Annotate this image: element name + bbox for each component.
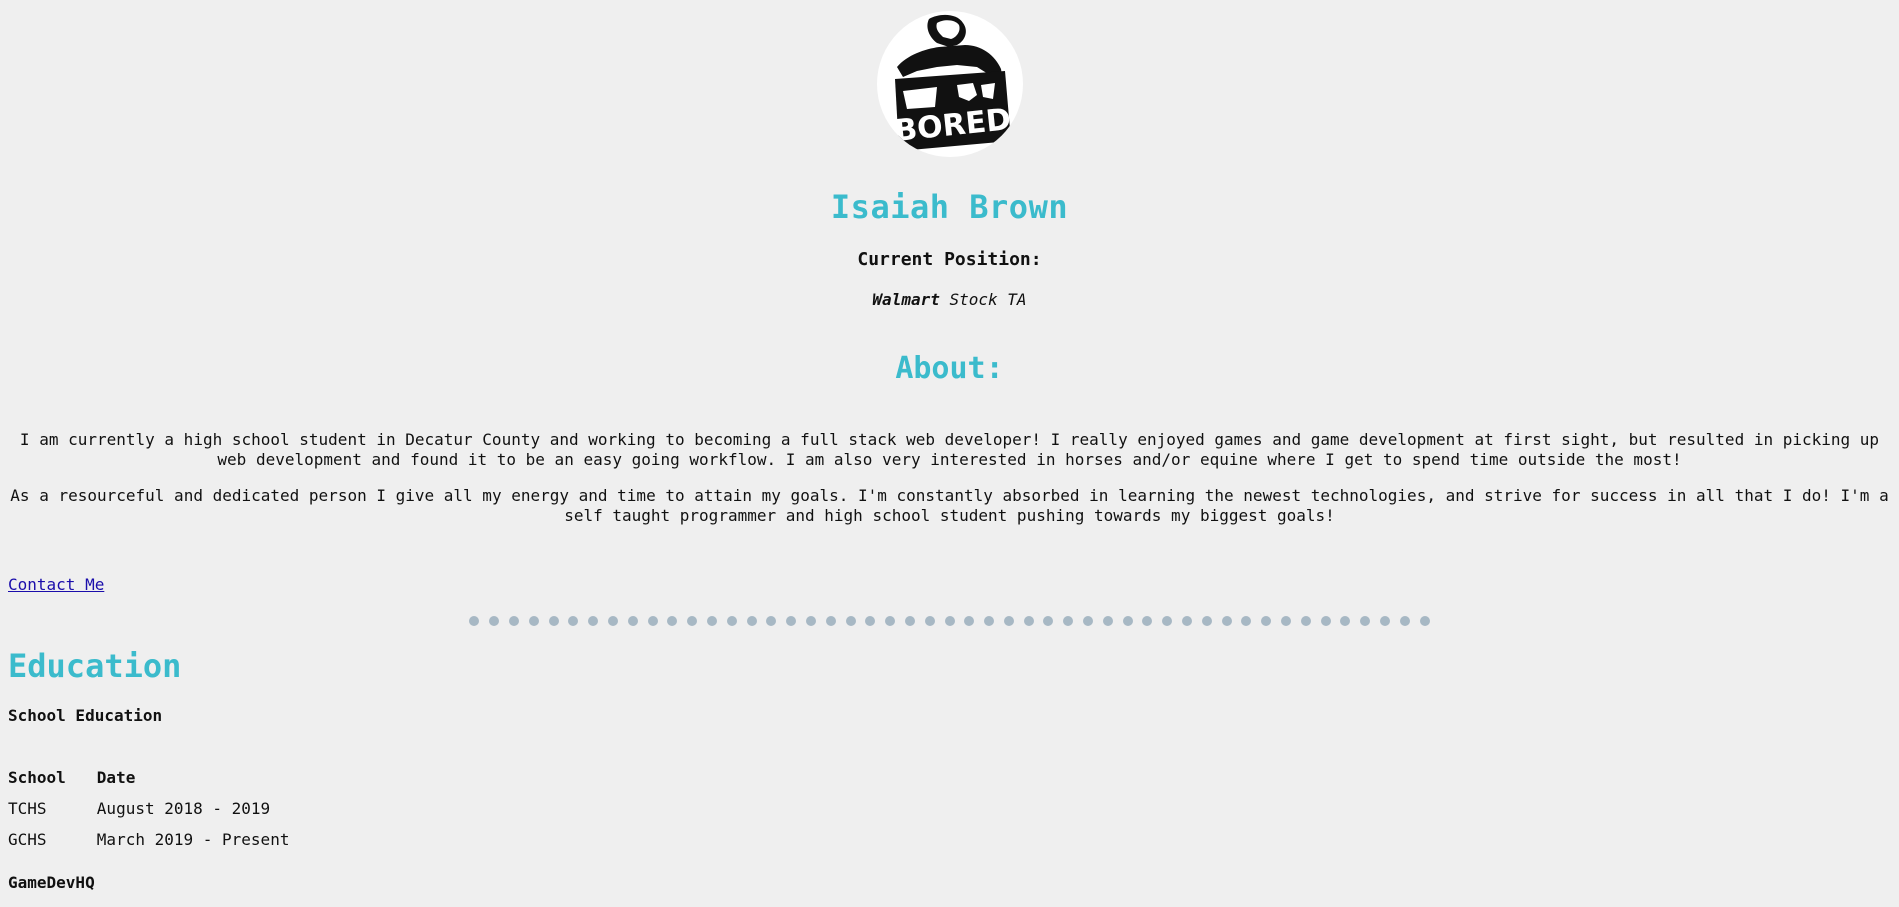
divider-dot <box>766 616 777 626</box>
divider-dot <box>469 616 480 626</box>
position-line: Walmart Stock TA <box>8 290 1891 310</box>
about-heading: About: <box>895 351 1004 386</box>
divider-dot <box>1083 616 1094 626</box>
divider-dot <box>944 616 955 626</box>
avatar-container: BORED <box>8 0 1891 161</box>
divider-dot <box>1261 616 1272 626</box>
education-table: School Date TCHS August 2018 - 2019 GCHS… <box>0 756 320 861</box>
divider-dot <box>607 616 618 626</box>
table-row: GCHS March 2019 - Present <box>8 830 309 849</box>
divider-dot <box>1320 616 1331 626</box>
divider-dot <box>1340 616 1351 626</box>
divider-dot <box>1300 616 1311 626</box>
section-divider <box>8 616 1891 626</box>
divider-dot <box>865 616 876 626</box>
divider-dot <box>548 616 559 626</box>
divider-dot <box>726 616 737 626</box>
position-heading: Current Position: <box>857 249 1042 270</box>
about-section: I am currently a high school student in … <box>8 430 1891 526</box>
about-paragraph: As a resourceful and dedicated person I … <box>10 486 1889 525</box>
divider-dot <box>1419 616 1430 626</box>
divider-dot <box>489 616 500 626</box>
divider-dot <box>1399 616 1410 626</box>
school-education-heading: School Education <box>8 706 163 725</box>
column-header-date: Date <box>96 768 136 787</box>
table-row: TCHS August 2018 - 2019 <box>8 799 309 818</box>
divider-dot <box>1003 616 1014 626</box>
divider-dot <box>528 616 539 626</box>
divider-dot <box>687 616 698 626</box>
divider-dot <box>1201 616 1212 626</box>
gamedevhq-heading: GameDevHQ <box>8 873 95 892</box>
school-cell: TCHS <box>8 799 47 818</box>
divider-dot <box>1043 616 1054 626</box>
divider-dot <box>786 616 797 626</box>
position-employer: Walmart <box>872 290 940 309</box>
divider-dot <box>805 616 816 626</box>
divider-dot <box>706 616 717 626</box>
divider-dot <box>1241 616 1252 626</box>
divider-dot <box>845 616 856 626</box>
divider-dot <box>746 616 757 626</box>
divider-dot <box>1360 616 1371 626</box>
date-cell: August 2018 - 2019 <box>96 799 271 818</box>
divider-dot <box>1162 616 1173 626</box>
divider-dot <box>1102 616 1113 626</box>
divider-dot <box>1063 616 1074 626</box>
divider-dot <box>964 616 975 626</box>
school-cell: GCHS <box>8 830 47 849</box>
divider-dot <box>1380 616 1391 626</box>
divider-dot <box>568 616 579 626</box>
divider-dot <box>627 616 638 626</box>
about-paragraph: I am currently a high school student in … <box>19 430 1880 469</box>
page: BORED Isaiah Brown Current Position: Wal… <box>0 0 1899 893</box>
education-heading: Education <box>8 647 182 685</box>
date-cell: March 2019 - Present <box>96 830 290 849</box>
divider-dot <box>825 616 836 626</box>
divider-dot <box>508 616 519 626</box>
divider-dot <box>667 616 678 626</box>
avatar-image: BORED <box>892 14 1012 151</box>
divider-dot <box>1221 616 1232 626</box>
profile-name: Isaiah Brown <box>830 188 1069 226</box>
divider-dot <box>588 616 599 626</box>
divider-dot <box>924 616 935 626</box>
position-role: Stock TA <box>949 290 1027 309</box>
divider-dot <box>1122 616 1133 626</box>
divider-dot <box>647 616 658 626</box>
divider-dot <box>1023 616 1034 626</box>
column-header-school: School <box>8 768 66 787</box>
divider-dot <box>904 616 915 626</box>
contact-me-link[interactable]: Contact Me <box>8 575 104 594</box>
divider-dot <box>885 616 896 626</box>
divider-dot <box>1142 616 1153 626</box>
avatar: BORED <box>876 11 1023 157</box>
divider-dot <box>1281 616 1292 626</box>
divider-dot <box>1182 616 1193 626</box>
divider-dot <box>984 616 995 626</box>
table-header-row: School Date <box>8 768 309 787</box>
